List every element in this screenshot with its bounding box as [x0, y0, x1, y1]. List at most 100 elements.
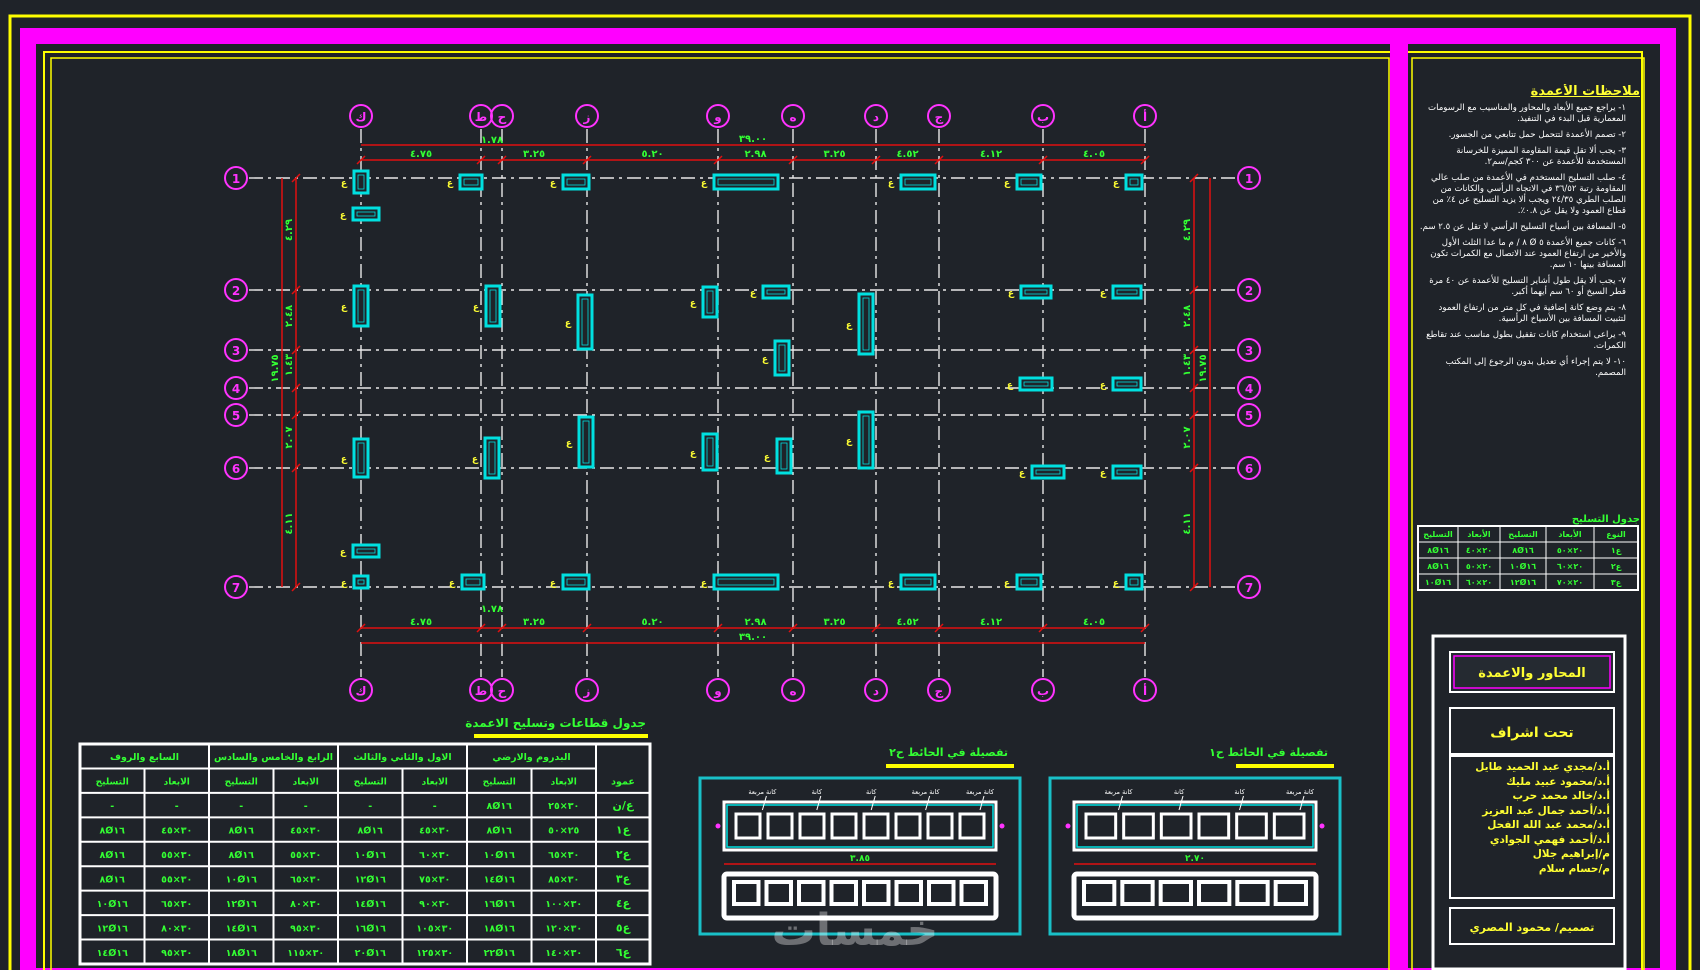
rebar-tag: كانة: [1234, 788, 1245, 796]
hoop-cell: [862, 880, 891, 906]
small-table-cell: ٢٠×٥٠: [1557, 546, 1583, 555]
axis-label: 1: [1245, 172, 1253, 186]
axis-label: 3: [1245, 344, 1253, 358]
stirrup-box: [766, 812, 794, 840]
schedule-cell: ٣٠×٦٥: [161, 899, 192, 910]
column-tag: ع: [1100, 381, 1107, 391]
bar-dot: [1065, 823, 1071, 829]
axis-label: 6: [1245, 462, 1253, 476]
schedule-type: ع٢: [616, 848, 631, 861]
column: [458, 173, 484, 191]
rebar-tag: كانة: [866, 788, 877, 796]
column-tag: ع: [473, 303, 480, 313]
stirrup-box: [1159, 812, 1193, 840]
hoop-cell: [1120, 880, 1155, 906]
supervisor-name: أ.د/محمد عبد الله الفحل: [1487, 819, 1610, 831]
schedule-cell: ٢٢Ø١٦: [484, 948, 515, 959]
hoop-cell: [764, 880, 793, 906]
magenta-divider: [1390, 36, 1408, 970]
column: [460, 573, 486, 591]
notes-list: ١- يراجع جميع الأبعاد والمحاور والمناسيب…: [1418, 103, 1640, 379]
small-table-cell: ٨Ø١٦: [1512, 545, 1534, 555]
column: [701, 285, 719, 319]
stirrup-box: [958, 812, 986, 840]
axis-label: ب: [1037, 110, 1049, 124]
hoop-cell: [732, 880, 761, 906]
hoop-cell: [797, 880, 826, 906]
schedule-cell: ٢٠Ø١٦: [355, 948, 386, 959]
stirrup-box: [798, 812, 826, 840]
dimension-span: ٤.٥٢: [896, 617, 918, 628]
dimension-span: ٢.٩٨: [744, 149, 766, 160]
stirrup-box: [734, 812, 762, 840]
rebar-tag: كانة: [812, 788, 823, 796]
column-tag: ع: [1004, 579, 1011, 589]
column-tag: ع: [1008, 289, 1015, 299]
column-tag: ع: [550, 179, 557, 189]
column: [484, 284, 502, 328]
column-tag: ع: [472, 455, 479, 465]
supervisor-names: أ.د/مجدي عبد الحميد طايل أ.د/محمود عبيد …: [1462, 760, 1610, 890]
hoop-cell: [894, 880, 923, 906]
notes-title: ملاحظات الأعمدة: [1530, 84, 1640, 99]
schedule-cell: ٣٠×٥٥: [290, 850, 321, 861]
dimension-part: ١.٤٣: [284, 354, 295, 376]
schedule-cell: ١٢Ø١٦: [355, 874, 386, 885]
note-item: ٢- تصمم الأعمدة لتتحمل حمل تتابعي من الج…: [1448, 130, 1626, 140]
schedule-type: ع٦: [616, 946, 631, 959]
schedule-cell: ٣٠×٥٥: [161, 874, 192, 885]
hoop-cell: [959, 880, 988, 906]
schedule-subheader: التسليح: [96, 778, 129, 788]
dimension-part: ٤.٢٩: [284, 219, 295, 241]
supervisor-name: م/حسام سلام: [1538, 862, 1610, 875]
schedule-cell: ٣٠×٧٥: [419, 874, 450, 885]
column: [352, 437, 370, 479]
dimension-part: ٤.٢٩: [1182, 219, 1193, 241]
axis-label: أ: [1143, 683, 1147, 698]
axis-label: و: [713, 110, 721, 125]
dimension-span: ٤.٠٥: [1083, 617, 1105, 628]
note-item: ٦- كانات جميع الأعمدة ٥ Ø ٨ / م ما عدا ا…: [1430, 238, 1626, 270]
small-table-title: جدول التسليح: [1572, 514, 1640, 525]
schedule-cell: ٣٠×٦٥: [548, 850, 579, 861]
small-table-cell: ع٢: [1611, 562, 1622, 571]
stirrup-box: [1235, 812, 1268, 840]
column-tag: ع: [565, 319, 572, 329]
column: [1124, 173, 1144, 191]
column-tag: ع: [750, 289, 757, 299]
axis-label: 1: [232, 172, 240, 186]
rebar-tag: كانة مربعة: [748, 788, 777, 796]
column: [1015, 173, 1043, 191]
schedule-cell: ١٤Ø١٦: [355, 899, 386, 910]
column-tag: ع: [1113, 579, 1120, 589]
axis-label: ج: [935, 110, 944, 124]
schedule-group: الاول والثاني والثالث: [353, 752, 451, 763]
dimension-small: ١.٧٨: [481, 604, 503, 615]
schedule-cell: ٣٠×٢٥: [548, 801, 579, 812]
schedule-subheader: التسليح: [483, 778, 516, 788]
hoop-cell: [927, 880, 956, 906]
schedule-cell: ١٠Ø١٦: [97, 899, 128, 910]
watermark: خمسات: [772, 905, 939, 956]
note-item: ٩- يراعى استخدام كانات تقفيل بطول مناسب …: [1426, 330, 1626, 351]
column: [1015, 573, 1043, 591]
column-tag: ع: [447, 179, 454, 189]
note-item: ٨- يتم وضع كانة إضافية في كل متر من ارتف…: [1438, 303, 1626, 324]
schedule-cell: ٣٠×٨٠: [161, 923, 192, 934]
axis-label: ك: [356, 110, 367, 124]
axis-label: 2: [232, 284, 240, 298]
axis-label: 2: [1245, 284, 1253, 298]
bar-dot: [1319, 823, 1325, 829]
axis-label: ج: [935, 684, 944, 698]
schedule-subheader: الابعاد: [164, 778, 190, 788]
column: [773, 339, 791, 377]
supervisor-name: أ.د/أحمد فهمي الجوادي: [1489, 833, 1610, 846]
small-table-cell: ١٢Ø١٦: [1510, 577, 1536, 587]
schedule-cell: ٣٠×١٢٥: [416, 948, 453, 959]
schedule-cell: ٨Ø١٦: [229, 826, 255, 837]
schedule-cell: ٣٠×٨٠: [290, 899, 321, 910]
column-tag: ع: [690, 449, 697, 459]
small-table-cell: ع١: [1611, 546, 1622, 555]
schedule-title: جدول قطاعات وتسليح الاعمدة: [465, 716, 646, 731]
column: [576, 293, 594, 351]
